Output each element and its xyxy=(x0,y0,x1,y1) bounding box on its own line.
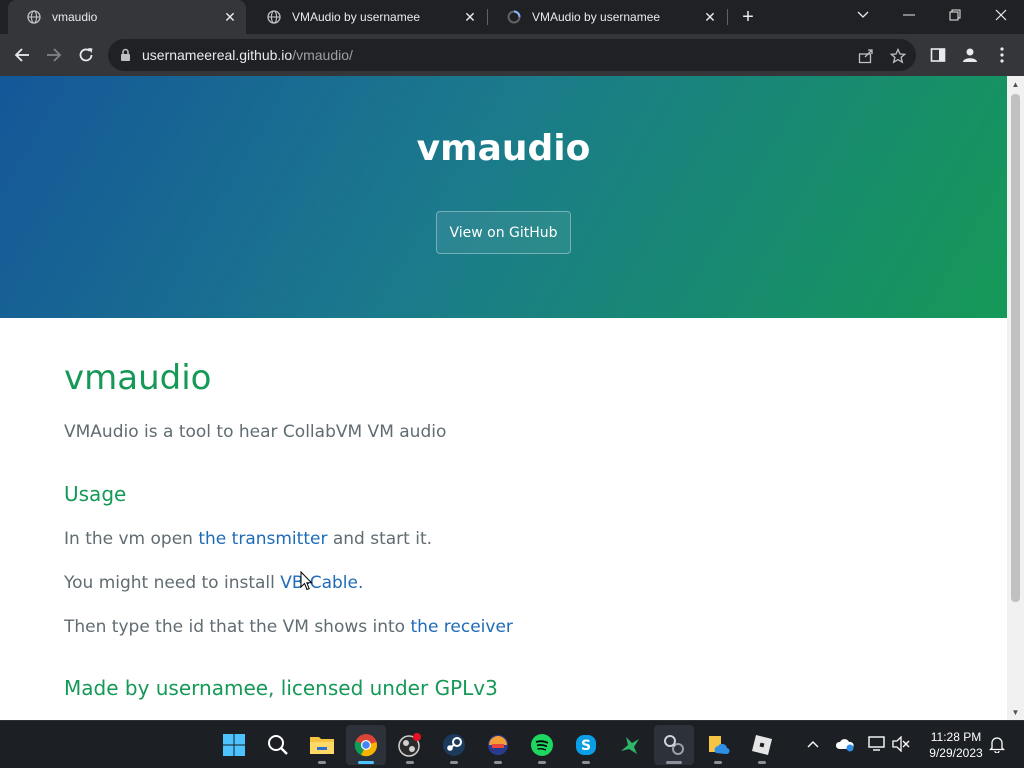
side-panel-icon[interactable] xyxy=(924,41,952,69)
license-heading: Made by usernamee, licensed under GPLv3 xyxy=(64,676,498,700)
volume-muted-icon[interactable] xyxy=(890,733,912,755)
spotify-icon[interactable] xyxy=(522,725,562,765)
tab-search-chevron-down-icon[interactable] xyxy=(840,0,886,30)
url-path: /vmaudio/ xyxy=(292,47,353,63)
loading-icon xyxy=(506,9,522,25)
usage-heading: Usage xyxy=(64,482,127,506)
new-tab-button[interactable]: + xyxy=(736,5,760,29)
tab-title: vmaudio xyxy=(52,10,98,24)
running-indicator xyxy=(494,761,502,764)
chevron-up-icon[interactable] xyxy=(802,733,824,755)
clock-date: 9/29/2023 xyxy=(929,746,983,760)
intro-paragraph: VMAudio is a tool to hear CollabVM VM au… xyxy=(64,422,447,442)
close-tab-icon[interactable]: ✕ xyxy=(220,7,240,27)
close-tab-icon[interactable]: ✕ xyxy=(700,7,720,27)
scroll-down-arrow-icon[interactable]: ▼ xyxy=(1007,704,1024,720)
tab-strip: vmaudio ✕ VMAudio by usernamee ✕ VMAudio… xyxy=(0,0,1024,34)
onedrive-cloud-icon[interactable] xyxy=(834,733,856,755)
usage-step-1: In the vm open the transmitter and start… xyxy=(64,529,432,549)
network-app-icon[interactable] xyxy=(654,725,694,765)
tab-divider xyxy=(727,9,728,25)
view-on-github-button[interactable]: View on GitHub xyxy=(436,211,571,254)
tab-title: VMAudio by usernamee xyxy=(292,10,421,24)
usage-step-2: You might need to install VB-Cable. xyxy=(64,573,363,593)
running-indicator xyxy=(714,761,722,764)
share-icon[interactable] xyxy=(855,45,877,67)
roblox-icon[interactable] xyxy=(742,725,782,765)
running-indicator xyxy=(358,761,374,764)
clock-time: 11:28 PM xyxy=(930,730,982,744)
address-bar[interactable]: usernameereal.github.io/vmaudio/ xyxy=(108,39,916,71)
step-text: and start it. xyxy=(327,529,433,549)
step-text: In the vm open xyxy=(64,529,199,549)
restore-button[interactable] xyxy=(932,0,978,30)
close-tab-icon[interactable]: ✕ xyxy=(460,7,480,27)
windows-taskbar: S 11:28 PM 9/29/2023 xyxy=(0,720,1024,768)
svg-text:S: S xyxy=(581,738,591,754)
minimize-button[interactable] xyxy=(886,0,932,30)
obs-icon[interactable] xyxy=(390,725,430,765)
tab-vmaudio-by-usernamee[interactable]: VMAudio by usernamee ✕ xyxy=(248,0,486,34)
page-heading: vmaudio xyxy=(64,358,212,398)
network-monitor-icon[interactable] xyxy=(866,733,888,755)
bookmark-star-icon[interactable] xyxy=(887,45,909,67)
mouse-pointer-icon xyxy=(300,570,313,596)
globe-icon xyxy=(266,9,282,25)
running-indicator xyxy=(758,761,766,764)
running-indicator xyxy=(666,761,682,764)
receiver-link[interactable]: the receiver xyxy=(411,617,513,637)
lock-icon[interactable] xyxy=(120,48,131,67)
url-host: usernameereal.github.io xyxy=(142,47,293,63)
windows-start-icon[interactable] xyxy=(214,725,254,765)
running-indicator xyxy=(318,761,326,764)
menu-kebab-icon[interactable] xyxy=(988,41,1016,69)
running-indicator xyxy=(406,761,414,764)
back-arrow-icon[interactable] xyxy=(8,41,36,69)
steam-icon[interactable] xyxy=(434,725,474,765)
forward-arrow-icon[interactable] xyxy=(40,41,68,69)
profile-avatar-icon[interactable] xyxy=(956,41,984,69)
skype-icon[interactable]: S xyxy=(566,725,606,765)
scrollbar-thumb[interactable] xyxy=(1011,94,1020,602)
running-indicator xyxy=(582,761,590,764)
scroll-up-arrow-icon[interactable]: ▲ xyxy=(1007,76,1024,92)
running-indicator xyxy=(450,761,458,764)
url-text: usernameereal.github.io/vmaudio/ xyxy=(142,47,353,63)
page-header-banner: vmaudio View on GitHub xyxy=(0,76,1007,318)
step-text: You might need to install xyxy=(64,573,281,593)
chrome-icon[interactable] xyxy=(346,725,386,765)
project-name: vmaudio xyxy=(416,128,591,169)
tab-vmaudio-by-usernamee-2[interactable]: VMAudio by usernamee ✕ xyxy=(488,0,726,34)
page-viewport: vmaudio View on GitHub vmaudio VMAudio i… xyxy=(0,76,1007,720)
reload-icon[interactable] xyxy=(72,41,100,69)
notification-bell-icon[interactable] xyxy=(986,733,1008,755)
tab-vmaudio[interactable]: vmaudio ✕ xyxy=(8,0,246,34)
system-clock[interactable]: 11:28 PM 9/29/2023 xyxy=(922,729,990,761)
bird-app-icon[interactable] xyxy=(610,725,650,765)
vb-cable-link[interactable]: VB-Cable. xyxy=(280,573,363,593)
search-icon[interactable] xyxy=(258,725,298,765)
globe-icon xyxy=(26,9,42,25)
files-cloud-icon[interactable] xyxy=(698,725,738,765)
step-text: Then type the id that the VM shows into xyxy=(64,617,411,637)
close-window-button[interactable] xyxy=(978,0,1024,30)
tab-title: VMAudio by usernamee xyxy=(532,10,661,24)
file-explorer-icon[interactable] xyxy=(302,725,342,765)
transmitter-link[interactable]: the transmitter xyxy=(198,529,327,549)
running-indicator xyxy=(538,761,546,764)
page-scrollbar[interactable]: ▲ ▼ xyxy=(1007,76,1024,720)
usage-step-3: Then type the id that the VM shows into … xyxy=(64,617,513,637)
app-icon[interactable] xyxy=(478,725,518,765)
